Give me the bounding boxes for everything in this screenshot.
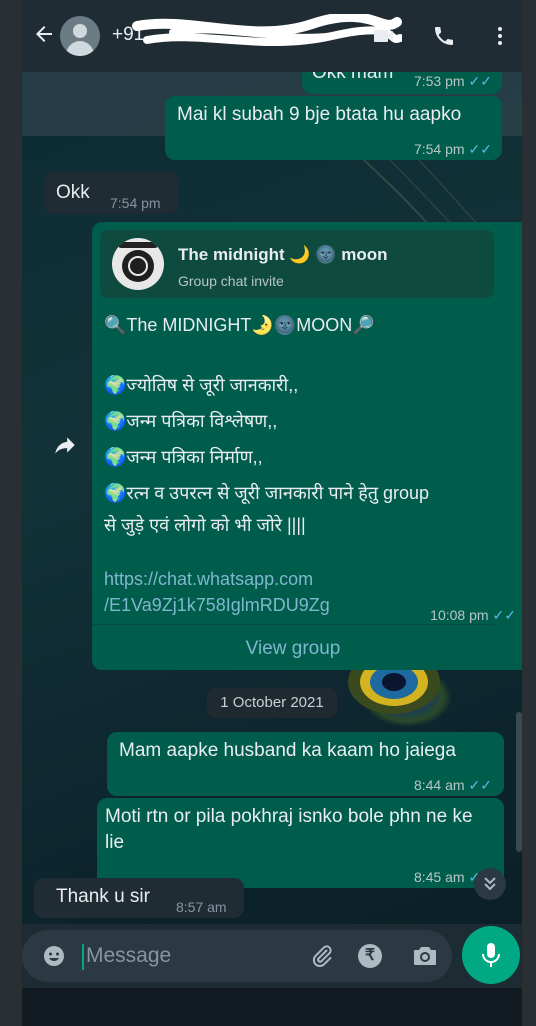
group-invite-label: Group chat invite — [178, 273, 284, 289]
message-time: 8:57 am — [176, 899, 227, 915]
group-invite-message[interactable]: The midnight 🌙 🌚 moon Group chat invite … — [92, 222, 522, 670]
message-bubble[interactable]: Okk 7:54 pm — [44, 172, 178, 214]
card-divider — [92, 624, 494, 625]
paperclip-icon[interactable] — [310, 944, 334, 968]
message-input-box[interactable]: Message ₹ — [22, 930, 452, 982]
message-time: 7:54 pm — [110, 195, 161, 211]
message-bubble[interactable]: Okk mam 7:53 pm ✓✓ — [302, 72, 502, 94]
card-text-line: 🌍रत्न व उपरत्न से जूरी जानकारी पाने हेतु… — [104, 483, 430, 503]
text-cursor — [82, 944, 84, 970]
read-ticks-icon: ✓✓ — [468, 141, 492, 157]
emoji-icon[interactable] — [42, 944, 66, 968]
bottom-bar — [22, 988, 522, 1026]
message-text: Thank u sir — [56, 886, 150, 907]
scroll-down-button[interactable] — [474, 868, 506, 900]
card-text-line: 🌍जन्म पत्रिका विश्लेषण,, — [104, 411, 278, 431]
message-bubble[interactable]: Mai kl subah 9 bje btata hu aapko 7:54 p… — [165, 96, 502, 160]
group-name: The midnight 🌙 🌚 moon — [178, 245, 388, 264]
read-ticks-icon: ✓✓ — [468, 73, 492, 89]
double-chevron-down-icon — [484, 877, 496, 891]
phone-icon[interactable] — [432, 24, 456, 48]
avatar-head — [73, 24, 87, 38]
message-text: Mai kl subah 9 bje btata hu aapko — [177, 104, 462, 125]
message-meta: 7:54 pm ✓✓ — [414, 136, 492, 162]
message-meta: 7:53 pm ✓✓ — [414, 72, 492, 94]
forward-icon[interactable] — [52, 432, 78, 458]
card-text-line: से जुड़े एवं लोगो को भी जोरे |||| — [104, 515, 306, 535]
more-vert-icon[interactable] — [488, 24, 512, 48]
invite-link[interactable]: https://chat.whatsapp.com — [104, 566, 313, 592]
arrow-left-icon[interactable] — [32, 22, 56, 46]
message-time: 8:44 am — [413, 777, 465, 793]
microphone-icon — [482, 943, 500, 967]
left-edge — [0, 0, 22, 1026]
card-title-line: 🔍The MIDNIGHT🌛🌚MOON🔎 — [104, 315, 375, 335]
scrollbar[interactable] — [516, 712, 522, 852]
message-text: Moti rtn or pila pokhraj isnko bole phn … — [105, 806, 473, 853]
avatar[interactable] — [60, 16, 100, 56]
group-invite-preview[interactable]: The midnight 🌙 🌚 moon Group chat invite — [100, 230, 494, 298]
microphone-button[interactable] — [462, 926, 520, 984]
message-meta: 8:44 am ✓✓ — [414, 772, 492, 798]
message-text: Mam aapke husband ka kaam ho jaiega — [119, 740, 456, 761]
read-ticks-icon: ✓✓ — [492, 607, 516, 623]
card-text-line: 🌍जन्म पत्रिका निर्माण,, — [104, 447, 263, 467]
message-input[interactable]: Message — [86, 944, 171, 968]
logo-ring — [128, 256, 148, 276]
message-time: 7:53 pm — [413, 73, 465, 89]
message-time: 7:54 pm — [413, 141, 465, 157]
invite-link[interactable]: /E1Va9Zj1k758IglmRDU9Zg — [104, 592, 330, 618]
card-text-line: 🌍ज्योतिष से जूरी जानकारी,, — [104, 375, 299, 395]
right-edge — [522, 0, 536, 1026]
read-ticks-icon: ✓✓ — [468, 777, 492, 793]
avatar-torso — [66, 41, 94, 56]
message-bubble[interactable]: Moti rtn or pila pokhraj isnko bole phn … — [97, 798, 504, 888]
message-text: Okk — [56, 182, 90, 203]
date-divider: 1 October 2021 — [207, 688, 337, 718]
message-text: Okk mam — [312, 72, 394, 83]
message-time: 10:08 pm — [430, 607, 489, 623]
logo-band — [118, 242, 158, 248]
video-camera-icon[interactable] — [372, 24, 396, 48]
rupee-payment-icon[interactable]: ₹ — [358, 944, 382, 968]
message-time: 8:45 am — [413, 869, 465, 885]
chat-area[interactable]: Okk mam 7:53 pm ✓✓ Mai kl subah 9 bje bta… — [22, 72, 522, 924]
message-composer: Message ₹ — [22, 924, 522, 988]
redaction-scribble — [132, 14, 402, 47]
camera-icon[interactable] — [412, 944, 438, 968]
message-bubble[interactable]: Thank u sir 8:57 am — [34, 878, 244, 918]
message-bubble[interactable]: Mam aapke husband ka kaam ho jaiega 8:44… — [107, 732, 504, 796]
view-group-button[interactable]: View group — [92, 636, 494, 662]
group-logo — [112, 238, 164, 290]
chat-header: +91 — [22, 0, 522, 72]
